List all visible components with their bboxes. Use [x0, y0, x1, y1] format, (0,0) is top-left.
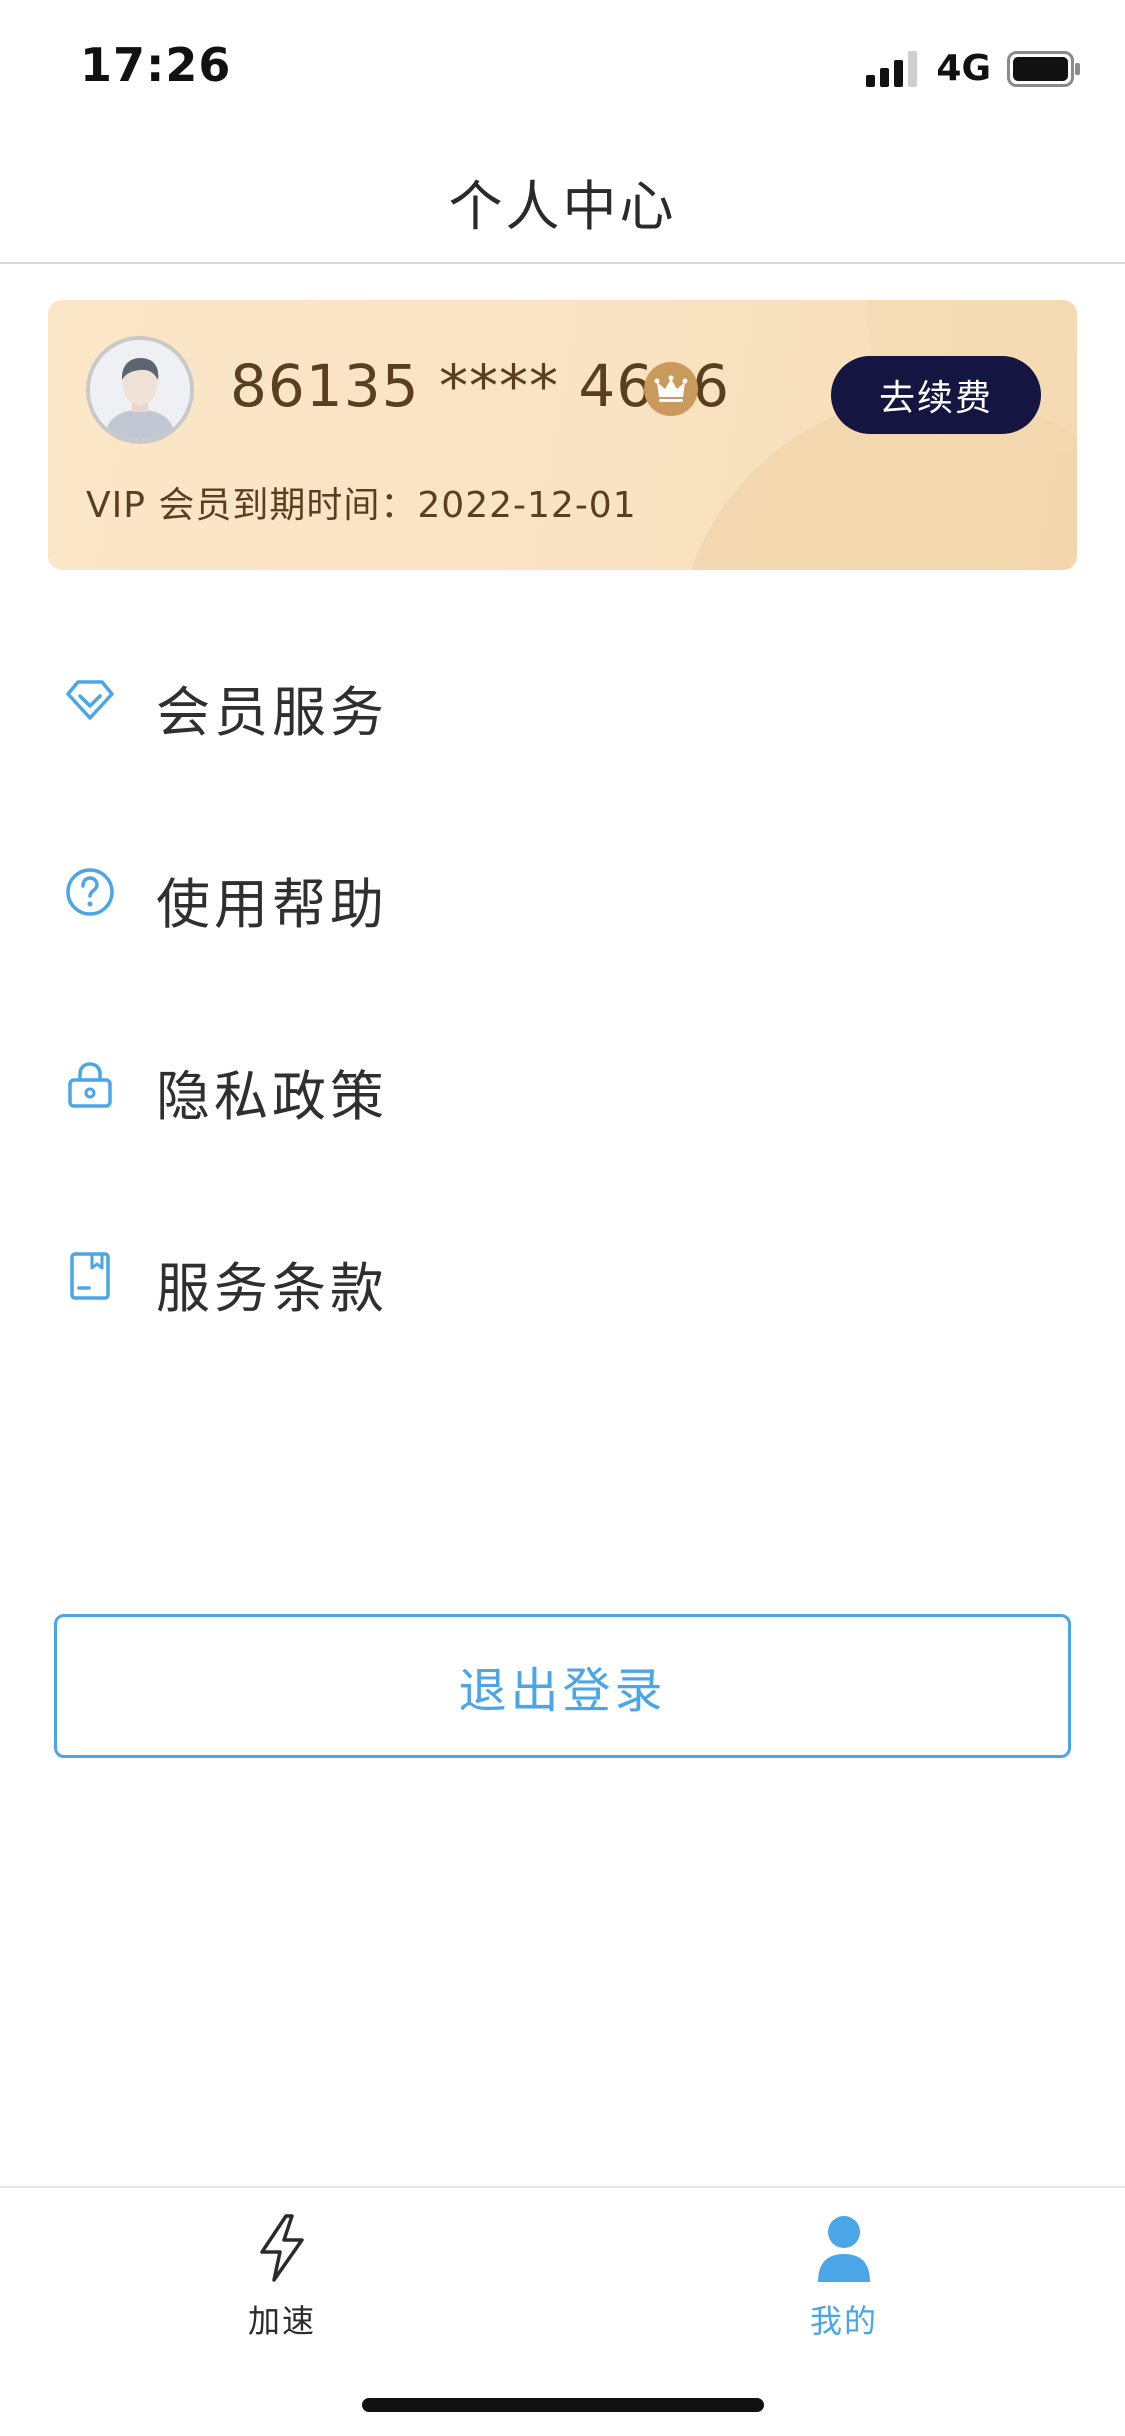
tab-bar: 加速 我的 — [0, 2186, 1125, 2436]
vip-expiry-text: VIP 会员到期时间：2022-12-01 — [86, 485, 637, 526]
user-icon — [812, 2212, 876, 2284]
logout-button[interactable]: 退出登录 — [54, 1614, 1071, 1758]
renew-button[interactable]: 去续费 — [831, 356, 1041, 434]
avatar[interactable] — [86, 336, 194, 444]
home-indicator — [362, 2398, 764, 2412]
tab-label: 加速 — [247, 2302, 316, 2340]
menu-item-member-service[interactable]: 会员服务 — [0, 640, 1125, 760]
network-label: 4G — [936, 48, 991, 89]
user-avatar-icon — [90, 340, 190, 440]
menu-item-label: 隐私政策 — [156, 1065, 388, 1128]
status-bar: 17:26 4G — [0, 0, 1125, 132]
crown-icon — [644, 362, 698, 416]
menu-item-terms[interactable]: 服务条款 — [0, 1216, 1125, 1336]
menu-item-label: 会员服务 — [156, 681, 388, 744]
tab-mine[interactable]: 我的 — [744, 2212, 944, 2352]
signal-bars-icon — [866, 50, 920, 87]
nav-header: 个人中心 — [0, 132, 1125, 264]
status-indicators: 4G — [866, 48, 1081, 89]
lightning-icon — [250, 2212, 314, 2284]
menu-item-help[interactable]: 使用帮助 — [0, 832, 1125, 952]
question-circle-icon — [62, 864, 118, 920]
menu-item-label: 服务条款 — [156, 1257, 388, 1320]
vip-profile-card: 86135 **** 4616 去续费 VIP 会员到期时间：2022-12-0… — [48, 300, 1077, 570]
menu-item-label: 使用帮助 — [156, 873, 388, 936]
battery-icon — [1007, 50, 1081, 87]
page-title: 个人中心 — [448, 175, 677, 238]
status-time: 17:26 — [80, 38, 232, 92]
tab-label: 我的 — [809, 2302, 878, 2340]
diamond-icon — [62, 672, 118, 728]
tab-accelerate[interactable]: 加速 — [182, 2212, 382, 2352]
menu-item-privacy[interactable]: 隐私政策 — [0, 1024, 1125, 1144]
document-icon — [62, 1248, 118, 1304]
lock-icon — [62, 1056, 118, 1112]
